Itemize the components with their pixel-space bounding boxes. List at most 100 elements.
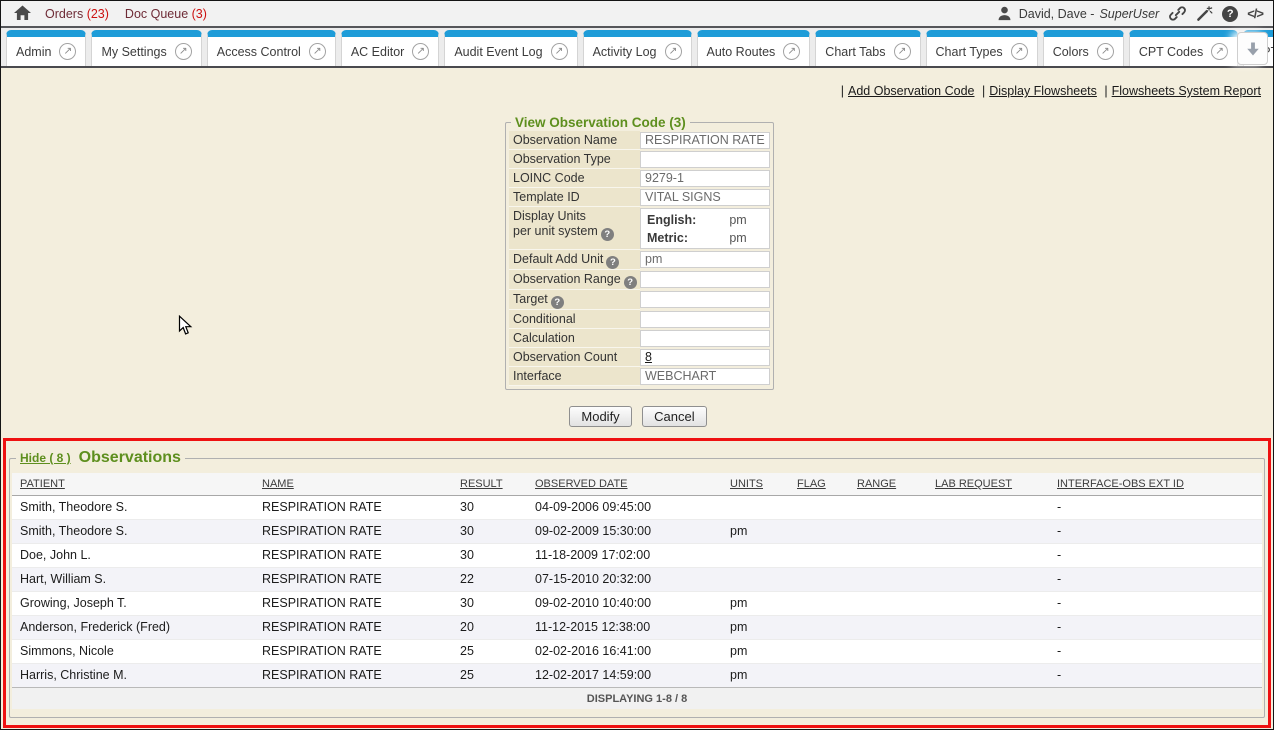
open-tab-icon[interactable]: ↗ bbox=[894, 43, 911, 60]
help-icon[interactable]: ? bbox=[624, 276, 637, 289]
nav-orders[interactable]: Orders (23) bbox=[45, 7, 109, 21]
label-text: LOINC Code bbox=[513, 171, 585, 185]
col-header-interface-obs-ext-id[interactable]: INTERFACE-OBS EXT ID bbox=[1049, 473, 1262, 495]
label-text: Default Add Unit bbox=[513, 252, 603, 266]
nav-doc-queue-label: Doc Queue bbox=[125, 7, 188, 21]
link-separator: | bbox=[841, 84, 844, 98]
template-id-field: VITAL SIGNS bbox=[640, 189, 770, 206]
col-header-lab-request[interactable]: LAB REQUEST bbox=[927, 473, 1049, 495]
cell-name: RESPIRATION RATE bbox=[254, 615, 452, 639]
col-header-observed-date[interactable]: OBSERVED DATE bbox=[527, 473, 722, 495]
tab-label: Auto Routes bbox=[707, 45, 776, 59]
cell-patient: Smith, Theodore S. bbox=[12, 495, 254, 519]
cell-result: 30 bbox=[452, 591, 527, 615]
open-tab-icon[interactable]: ↗ bbox=[1011, 43, 1028, 60]
label-text: per unit system bbox=[513, 224, 598, 238]
tab-access-control[interactable]: Access Control↗ bbox=[207, 30, 336, 66]
form-row-observation-name: Observation Name RESPIRATION RATE bbox=[509, 131, 770, 150]
col-header-name[interactable]: NAME bbox=[254, 473, 452, 495]
open-tab-icon[interactable]: ↗ bbox=[1097, 43, 1114, 60]
topbar-right: David, Dave - SuperUser ? </> bbox=[996, 5, 1263, 23]
form-row-observation-range: Observation Range? bbox=[509, 270, 770, 290]
home-icon[interactable] bbox=[13, 5, 33, 22]
cell-range bbox=[849, 567, 927, 591]
cancel-button[interactable]: Cancel bbox=[642, 406, 706, 427]
link-icon[interactable] bbox=[1168, 5, 1186, 23]
tab-audit-event-log[interactable]: Audit Event Log ↗ bbox=[444, 30, 577, 66]
field-value: 8 bbox=[640, 348, 770, 367]
cell-observed-date: 04-09-2006 09:45:00 bbox=[527, 495, 722, 519]
cell-result: 22 bbox=[452, 567, 527, 591]
nav-doc-queue[interactable]: Doc Queue (3) bbox=[125, 7, 207, 21]
tab-my-settings[interactable]: My Settings↗ bbox=[91, 30, 201, 66]
cell-flag bbox=[789, 543, 849, 567]
open-tab-icon[interactable]: ↗ bbox=[309, 43, 326, 60]
unit-system-label: Metric: bbox=[647, 230, 688, 246]
cell-result: 30 bbox=[452, 495, 527, 519]
tab-cpt-codes[interactable]: CPT Codes ↗ bbox=[1129, 30, 1238, 66]
cell-units: pm bbox=[722, 663, 789, 687]
col-header-result[interactable]: RESULT bbox=[452, 473, 527, 495]
tab-admin[interactable]: Admin↗ bbox=[6, 30, 86, 66]
hide-observations-link[interactable]: Hide ( 8 ) bbox=[20, 451, 71, 465]
help-icon[interactable]: ? bbox=[606, 256, 619, 269]
observation-count-link[interactable]: 8 bbox=[645, 350, 652, 364]
wand-icon[interactable] bbox=[1195, 5, 1213, 23]
form-row-observation-count: Observation Count 8 bbox=[509, 348, 770, 367]
cell-range bbox=[849, 615, 927, 639]
flowsheets-system-report-link[interactable]: Flowsheets System Report bbox=[1112, 84, 1261, 98]
open-tab-icon[interactable]: ↗ bbox=[1211, 43, 1228, 60]
label-text: Conditional bbox=[513, 312, 576, 326]
col-header-units[interactable]: UNITS bbox=[722, 473, 789, 495]
cell-range bbox=[849, 495, 927, 519]
tab-label: CPT Codes bbox=[1139, 45, 1203, 59]
open-tab-icon[interactable]: ↗ bbox=[783, 43, 800, 60]
tab-activity-log[interactable]: Activity Log↗ bbox=[583, 30, 692, 66]
cell-patient: Harris, Christine M. bbox=[12, 663, 254, 687]
tab-auto-routes[interactable]: Auto Routes ↗ bbox=[697, 30, 811, 66]
col-header-flag[interactable]: FLAG bbox=[789, 473, 849, 495]
help-icon[interactable]: ? bbox=[601, 228, 614, 241]
observation-row: Smith, Theodore S.RESPIRATION RATE3004-0… bbox=[12, 495, 1262, 519]
tab-ac-editor[interactable]: AC Editor↗ bbox=[341, 30, 440, 66]
tab-label: Audit Event Log bbox=[454, 45, 542, 59]
open-tab-icon[interactable]: ↗ bbox=[59, 43, 76, 60]
add-observation-code-link[interactable]: Add Observation Code bbox=[848, 84, 974, 98]
field-label: Conditional bbox=[509, 310, 640, 329]
open-tab-icon[interactable]: ↗ bbox=[175, 43, 192, 60]
open-tab-icon[interactable]: ↗ bbox=[665, 43, 682, 60]
open-tab-icon[interactable]: ↗ bbox=[551, 43, 568, 60]
tab-scroll-down-button[interactable] bbox=[1237, 32, 1268, 65]
cell-interface-obs-ext-id: - bbox=[1049, 543, 1262, 567]
calculation-field bbox=[640, 330, 770, 347]
help-icon[interactable]: ? bbox=[1222, 6, 1238, 22]
observations-legend: Hide ( 8 ) Observations bbox=[16, 449, 185, 467]
cell-interface-obs-ext-id: - bbox=[1049, 615, 1262, 639]
col-header-patient[interactable]: PATIENT bbox=[12, 473, 254, 495]
observation-count-field: 8 bbox=[640, 349, 770, 366]
cell-lab-request bbox=[927, 519, 1049, 543]
observation-row: Smith, Theodore S.RESPIRATION RATE3009-0… bbox=[12, 519, 1262, 543]
cell-lab-request bbox=[927, 543, 1049, 567]
code-icon[interactable]: </> bbox=[1247, 6, 1263, 21]
tab-colors[interactable]: Colors↗ bbox=[1043, 30, 1124, 66]
tab-chart-types[interactable]: Chart Types↗ bbox=[926, 30, 1038, 66]
form-row-conditional: Conditional bbox=[509, 310, 770, 329]
observation-row: Growing, Joseph T.RESPIRATION RATE3009-0… bbox=[12, 591, 1262, 615]
admin-tab-strip: Admin↗ My Settings↗ Access Control↗ AC E… bbox=[1, 28, 1273, 68]
help-icon[interactable]: ? bbox=[551, 296, 564, 309]
user-menu[interactable]: David, Dave - SuperUser bbox=[996, 5, 1159, 23]
cell-lab-request bbox=[927, 495, 1049, 519]
display-flowsheets-link[interactable]: Display Flowsheets bbox=[989, 84, 1097, 98]
observation-name-field: RESPIRATION RATE bbox=[640, 132, 770, 149]
label-text: Calculation bbox=[513, 331, 575, 345]
col-header-range[interactable]: RANGE bbox=[849, 473, 927, 495]
cell-result: 30 bbox=[452, 519, 527, 543]
modify-button[interactable]: Modify bbox=[569, 406, 631, 427]
cell-patient: Hart, William S. bbox=[12, 567, 254, 591]
tab-chart-tabs[interactable]: Chart Tabs↗ bbox=[815, 30, 920, 66]
open-tab-icon[interactable]: ↗ bbox=[412, 43, 429, 60]
cell-units: pm bbox=[722, 639, 789, 663]
cell-name: RESPIRATION RATE bbox=[254, 567, 452, 591]
cell-units: pm bbox=[722, 615, 789, 639]
